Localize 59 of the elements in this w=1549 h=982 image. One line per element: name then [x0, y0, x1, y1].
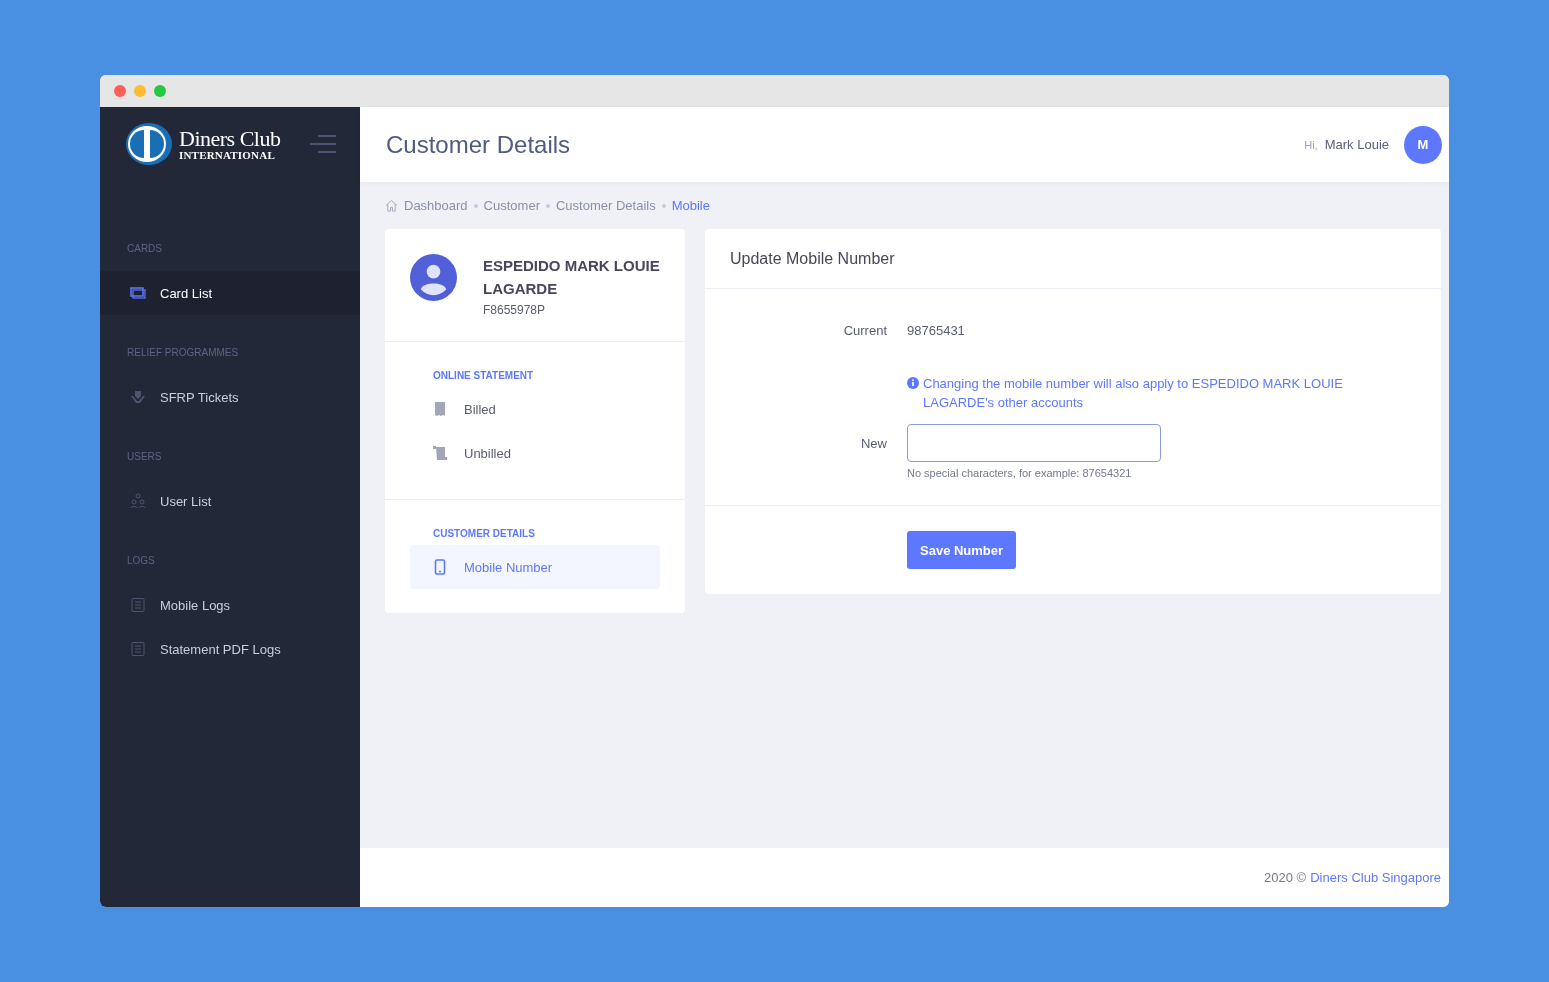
section-title: USERS [126, 449, 163, 464]
document-icon [130, 597, 146, 613]
users-icon [130, 493, 146, 509]
card-title: Update Mobile Number [705, 229, 1441, 289]
menu-item[interactable]: Billed [410, 387, 660, 431]
note-text: Changing the mobile number will also apply to ESPEDIDO MARK LOUIE LAGARDE's other accounts [923, 375, 1344, 412]
section-title: CUSTOMER DETAILS [432, 528, 536, 539]
section-title: RELIEF PROGRAMMES [126, 345, 240, 360]
sidebar-item-label: User List [160, 493, 212, 509]
info-icon [907, 377, 919, 389]
sidebar-item-label: Mobile Logs [160, 597, 231, 613]
window-control[interactable] [154, 85, 166, 97]
menu-item-label: Billed [464, 401, 496, 417]
sidebar-item-label: Statement PDF Logs [160, 641, 281, 657]
window-control[interactable] [114, 85, 126, 97]
customer-id: F8655978P [483, 303, 547, 317]
breadcrumb-link[interactable]: Customer Details [555, 198, 656, 213]
greeting: Hi, [1304, 138, 1318, 151]
sidebar-item[interactable]: Mobile Logs [100, 583, 360, 627]
sidebar-item[interactable]: Card List [100, 271, 360, 315]
copyright-text: 2020 © [1264, 870, 1307, 885]
menu-item[interactable]: Mobile Number [410, 545, 660, 589]
phone-icon [432, 559, 448, 575]
user-avatar-icon [410, 254, 457, 301]
field-label: New [860, 436, 887, 451]
breadcrumb-link[interactable]: Mobile [671, 198, 710, 213]
customer-name: ESPEDIDO MARK LOUIE LAGARDE [483, 256, 660, 299]
scroll-icon [432, 445, 448, 461]
section-title: LOGS [126, 553, 156, 568]
sidebar-item[interactable]: User List [100, 479, 360, 523]
field-label: Current [842, 323, 887, 338]
field-hint: No special characters, for example: 87654321 [907, 467, 1133, 479]
window-control[interactable] [134, 85, 146, 97]
document-icon [130, 641, 146, 657]
user-name: Mark Louie [1324, 137, 1389, 152]
breadcrumb-link[interactable]: Dashboard [404, 198, 468, 213]
breadcrumb-link[interactable]: Customer [483, 198, 540, 213]
page-title: Customer Details [386, 130, 571, 159]
menu-icon[interactable] [310, 135, 336, 153]
menu-item-label: Unbilled [464, 445, 511, 461]
logo-subtext: INTERNATIONAL [179, 149, 276, 161]
menu-item[interactable]: Unbilled [410, 431, 660, 475]
receipt-icon [432, 401, 448, 417]
footer-link[interactable]: Diners Club Singapore [1310, 870, 1441, 885]
field-value: 98765431 [907, 323, 966, 338]
sidebar-item-label: SFRP Tickets [160, 389, 239, 405]
input-field[interactable] [907, 424, 1161, 462]
logo-icon [125, 122, 173, 166]
sidebar-item-label: Card List [160, 285, 213, 301]
section-title: ONLINE STATEMENT [432, 370, 535, 381]
sidebar-item[interactable]: SFRP Tickets [100, 375, 360, 419]
logo-text: Diners Club [179, 127, 281, 150]
save-button[interactable]: Save Number [907, 531, 1017, 569]
menu-item-label: Mobile Number [464, 559, 553, 575]
sidebar-item[interactable]: Statement PDF Logs [100, 627, 360, 671]
section-title: CARDS [126, 241, 163, 256]
card-icon [130, 285, 146, 301]
home-icon[interactable] [385, 199, 398, 212]
avatar[interactable]: M [1404, 125, 1442, 164]
